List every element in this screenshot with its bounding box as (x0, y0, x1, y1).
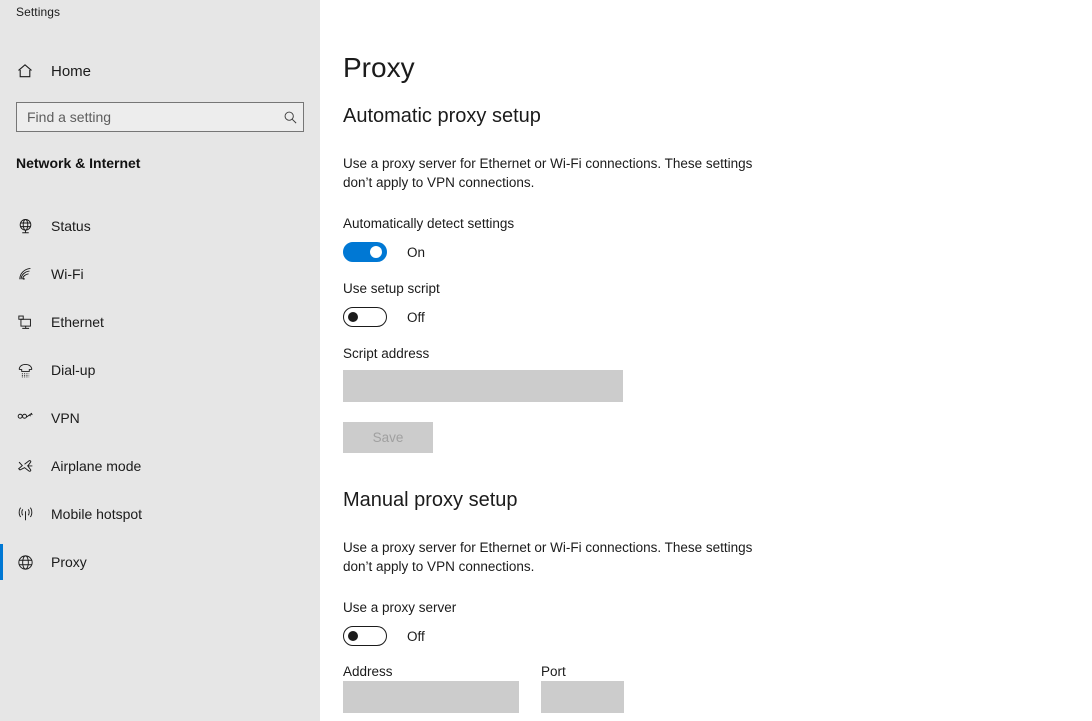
airplane-icon (14, 455, 36, 477)
sidebar-item-ethernet[interactable]: Ethernet (0, 298, 320, 346)
home-label: Home (51, 62, 92, 80)
sidebar-item-dialup[interactable]: Dial-up (0, 346, 320, 394)
sidebar-item-home[interactable]: Home (0, 52, 320, 90)
main-content: Proxy Automatic proxy setup Use a proxy … (320, 0, 1092, 721)
toggle-knob (348, 631, 358, 641)
sidebar-item-mobile-hotspot[interactable]: Mobile hotspot (0, 490, 320, 538)
setup-script-toggle-row: Off (343, 307, 425, 327)
automatic-proxy-description: Use a proxy server for Ethernet or Wi-Fi… (343, 156, 753, 190)
setup-script-toggle[interactable] (343, 307, 387, 327)
use-proxy-server-toggle-row: Off (343, 626, 425, 646)
toggle-knob (348, 312, 358, 322)
selection-accent-bar (0, 544, 3, 580)
sidebar-item-status[interactable]: Status (0, 202, 320, 250)
use-proxy-server-toggle[interactable] (343, 626, 387, 646)
auto-detect-toggle-state: On (407, 244, 426, 260)
ethernet-icon (14, 311, 36, 333)
sidebar-item-label: Airplane mode (51, 458, 142, 474)
toggle-knob (370, 246, 382, 258)
sidebar-item-vpn[interactable]: VPN (0, 394, 320, 442)
wifi-icon (14, 263, 36, 285)
search-box[interactable] (16, 102, 304, 132)
sidebar-group-header: Network & Internet (16, 155, 141, 171)
sidebar-item-label: Wi-Fi (51, 266, 84, 282)
auto-detect-label: Automatically detect settings (343, 216, 515, 231)
sidebar-item-wifi[interactable]: Wi-Fi (0, 250, 320, 298)
sidebar-item-proxy[interactable]: Proxy (0, 538, 320, 586)
auto-detect-toggle[interactable] (343, 242, 387, 262)
vpn-key-icon (14, 407, 36, 429)
sidebar-nav: Status Wi-Fi Ethernet Dial-up VPN Airpla… (0, 202, 320, 586)
setup-script-toggle-state: Off (407, 309, 425, 325)
dialup-phone-icon (14, 359, 36, 381)
sidebar-item-label: Ethernet (51, 314, 104, 330)
sidebar-item-label: Mobile hotspot (51, 506, 143, 522)
port-label: Port (541, 664, 566, 679)
address-label: Address (343, 664, 393, 679)
window-title: Settings (16, 5, 61, 19)
manual-proxy-description: Use a proxy server for Ethernet or Wi-Fi… (343, 540, 753, 574)
setup-script-label: Use setup script (343, 281, 440, 296)
status-globe-icon (14, 215, 36, 237)
sidebar-item-label: Status (51, 218, 91, 234)
sidebar-item-label: Dial-up (51, 362, 96, 378)
sidebar-item-airplane-mode[interactable]: Airplane mode (0, 442, 320, 490)
search-icon[interactable] (277, 104, 303, 130)
auto-detect-toggle-row: On (343, 242, 425, 262)
sidebar-item-label: Proxy (51, 554, 87, 570)
script-address-input[interactable] (343, 370, 623, 402)
home-icon (14, 60, 36, 82)
hotspot-icon (14, 503, 36, 525)
use-proxy-server-toggle-state: Off (407, 628, 425, 644)
automatic-proxy-setup-heading: Automatic proxy setup (343, 105, 541, 127)
port-input[interactable] (541, 681, 624, 713)
sidebar-item-label: VPN (51, 410, 80, 426)
use-proxy-server-label: Use a proxy server (343, 600, 457, 615)
page-title: Proxy (343, 52, 415, 83)
save-button[interactable]: Save (343, 422, 433, 453)
script-address-label: Script address (343, 346, 430, 361)
settings-window: Settings Home Network & Internet (0, 0, 1092, 721)
address-input[interactable] (343, 681, 519, 713)
manual-proxy-setup-heading: Manual proxy setup (343, 489, 518, 511)
globe-icon (14, 551, 36, 573)
sidebar: Settings Home Network & Internet (0, 0, 320, 721)
search-input[interactable] (17, 104, 277, 130)
